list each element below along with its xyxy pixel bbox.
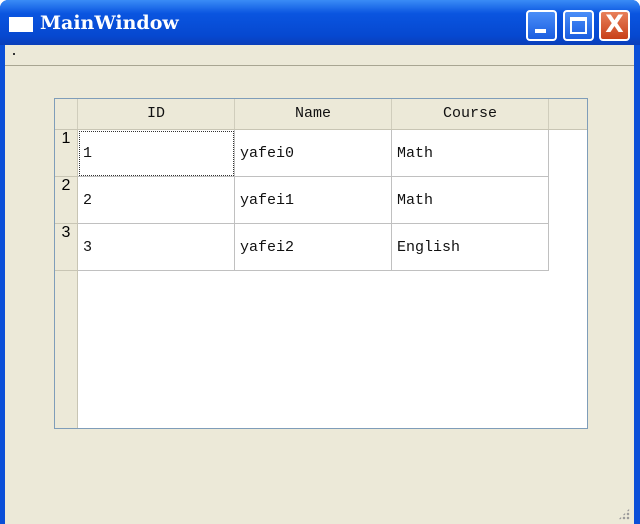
close-icon: X [605,10,624,38]
maximize-button[interactable] [563,10,594,41]
column-header: ID Name Course [55,99,587,130]
cell-name[interactable]: yafei1 [235,177,392,224]
column-header-course[interactable]: Course [392,99,549,129]
cell-course[interactable]: English [392,224,549,271]
column-header-id[interactable]: ID [78,99,235,129]
window-title: MainWindow [40,12,179,34]
cell-id[interactable]: 3 [78,224,235,271]
row-header-1[interactable]: 1 [55,130,77,177]
maximize-icon [570,17,587,34]
resize-grip[interactable] [618,508,630,520]
corner-button[interactable] [55,99,78,129]
table-view[interactable]: ID Name Course 1 2 3 1 yafei0 Math 2 yaf… [54,98,588,429]
row-header-3[interactable]: 3 [55,224,77,271]
cell-course[interactable]: Math [392,177,549,224]
app-icon [9,17,33,32]
cell-name[interactable]: yafei0 [235,130,392,177]
row-header: 1 2 3 [55,130,78,428]
minimize-icon [535,29,546,33]
cell-name[interactable]: yafei2 [235,224,392,271]
row-header-2[interactable]: 2 [55,177,77,224]
title-bar[interactable]: MainWindow X [0,0,640,45]
menu-bar[interactable] [5,45,634,66]
close-button[interactable]: X [599,10,630,41]
cell-id[interactable]: 2 [78,177,235,224]
menu-dot [13,53,15,55]
minimize-button[interactable] [526,10,557,41]
column-header-name[interactable]: Name [235,99,392,129]
client-area: ID Name Course 1 2 3 1 yafei0 Math 2 yaf… [5,45,634,524]
cell-id[interactable]: 1 [78,130,235,177]
cell-course[interactable]: Math [392,130,549,177]
main-window: MainWindow X ID Name Course 1 2 3 1 yafe… [0,0,640,524]
